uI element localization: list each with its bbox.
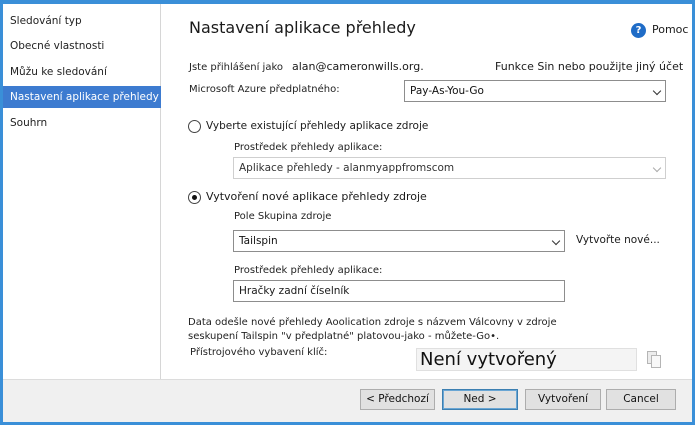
resource-group-value: Tailspin (239, 235, 278, 247)
copy-icon-front-page (651, 355, 661, 368)
chevron-down-icon (652, 86, 662, 96)
wizard-main-panel: Nastavení aplikace přehledy ? Pomoc Jste… (161, 4, 692, 379)
subscription-value: Pay-As-You-Go (410, 85, 484, 97)
subscription-select[interactable]: Pay-As-You-Go (404, 80, 666, 102)
new-resource-name-input[interactable]: Hračky zadní číselník (233, 280, 565, 302)
existing-resource-value: Aplikace přehledy - alanmyappfromscom (239, 162, 455, 174)
create-new-resource-group-link[interactable]: Vytvořte nové... (576, 234, 660, 246)
create-new-resource-radio-label[interactable]: Vytvoření nové aplikace přehledy zdroje (206, 190, 427, 203)
existing-resource-select[interactable]: Aplikace přehledy - alanmyappfromscom (233, 157, 666, 179)
back-button[interactable]: < Předchozí (360, 389, 435, 410)
existing-resource-radio-label[interactable]: Vyberte existující přehledy aplikace zdr… (206, 120, 428, 132)
subscription-label: Microsoft Azure předplatného: (189, 84, 340, 95)
instrumentation-key-value: Není vytvořený (420, 349, 557, 370)
existing-resource-label: Prostředek přehledy aplikace: (234, 142, 383, 153)
help-icon[interactable]: ? (631, 23, 646, 38)
chevron-down-icon (652, 163, 662, 173)
sidebar-item-app-insights-settings[interactable]: Nastavení aplikace přehledy (3, 86, 161, 108)
new-resource-label: Prostředek přehledy aplikace: (234, 265, 383, 276)
resource-group-label: Pole Skupina zdroje (234, 211, 332, 222)
sidebar-item-tracking-type[interactable]: Sledování typ (3, 10, 161, 32)
create-button[interactable]: Vytvoření (525, 389, 601, 410)
next-button[interactable]: Ned > (442, 389, 518, 410)
existing-resource-radio[interactable] (188, 120, 201, 133)
create-new-resource-radio[interactable] (188, 191, 201, 204)
info-text-line-2: seskupení Tailspin "v předplatné" platov… (188, 331, 500, 342)
switch-account-link[interactable]: Funkce Sin nebo použijte jiný účet (495, 60, 683, 73)
instrumentation-key-label: Přístrojového vybavení klíč: (190, 347, 328, 358)
help-link[interactable]: Pomoc (652, 23, 688, 36)
resource-group-select[interactable]: Tailspin (233, 230, 565, 252)
signed-in-label: Jste přihlášení jako (189, 62, 284, 73)
radio-selected-dot (192, 195, 197, 200)
info-text-line-1: Data odešle nové přehledy Aoolication zd… (188, 317, 557, 328)
account-email: alan@cameronwills.org. (292, 60, 424, 73)
sidebar-item-what-to-track[interactable]: Můžu ke sledování (3, 61, 161, 83)
cancel-button[interactable]: Cancel (606, 389, 676, 410)
chevron-down-icon (551, 236, 561, 246)
sidebar-item-general-properties[interactable]: Obecné vlastnosti (3, 35, 161, 57)
wizard-footer: < Předchozí Ned > Vytvoření Cancel (3, 379, 692, 422)
copy-icon[interactable] (645, 348, 663, 370)
wizard-sidebar: Sledování typ Obecné vlastnosti Můžu ke … (3, 4, 161, 379)
page-title: Nastavení aplikace přehledy (189, 18, 416, 37)
sidebar-item-summary[interactable]: Souhrn (3, 112, 161, 134)
